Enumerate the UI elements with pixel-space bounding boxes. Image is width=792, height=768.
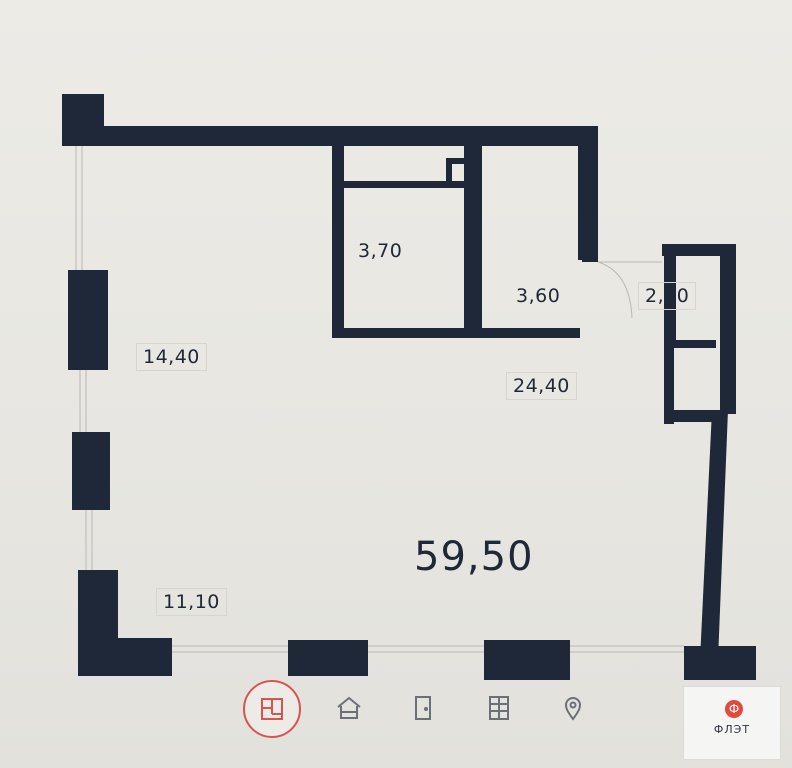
location-pin-icon (564, 697, 582, 721)
brand-logo-icon: Ф (725, 700, 743, 718)
location-button[interactable] (551, 686, 595, 730)
brand-logo[interactable]: Ф ФЛЭТ (683, 686, 781, 760)
room-area-kitchen: 24,40 (506, 372, 577, 400)
floor-plan (62, 94, 756, 680)
room-area-living-left: 14,40 (136, 343, 207, 371)
wall-bath-bottom (332, 328, 580, 338)
total-area: 59,50 (414, 534, 534, 580)
room-area-bedroom-bottom: 11,10 (156, 588, 227, 616)
door-icon (415, 696, 431, 720)
door-button[interactable] (401, 686, 445, 730)
wall-right-upper (578, 126, 598, 260)
building-button[interactable] (477, 686, 521, 730)
building-icon (489, 696, 509, 720)
floorplan-button[interactable] (243, 680, 301, 738)
wall-bath-shaft-side (446, 158, 452, 186)
wall-top (62, 126, 598, 146)
room-area-balcony: 2,30 (638, 282, 697, 310)
brand-name: ФЛЭТ (713, 723, 751, 736)
wall-bath-divider (464, 146, 482, 338)
house-icon (337, 696, 361, 719)
wall-balcony-right (720, 244, 736, 414)
wall-left-pier-2 (72, 432, 110, 510)
wall-bath-left (332, 146, 344, 336)
wall-bath-mid-horizontal (332, 181, 480, 188)
room-area-bath-small: 3,70 (358, 240, 403, 262)
house-button[interactable] (327, 686, 371, 730)
wall-right-outer (700, 410, 728, 660)
room-area-bath-right: 3,60 (516, 285, 561, 307)
wall-balcony-ledge-bottom (664, 410, 716, 422)
wall-left-pier-1 (68, 270, 108, 370)
bottom-nav (0, 668, 792, 768)
wall-right-notch (582, 248, 598, 262)
floorplan-icon (261, 698, 283, 720)
